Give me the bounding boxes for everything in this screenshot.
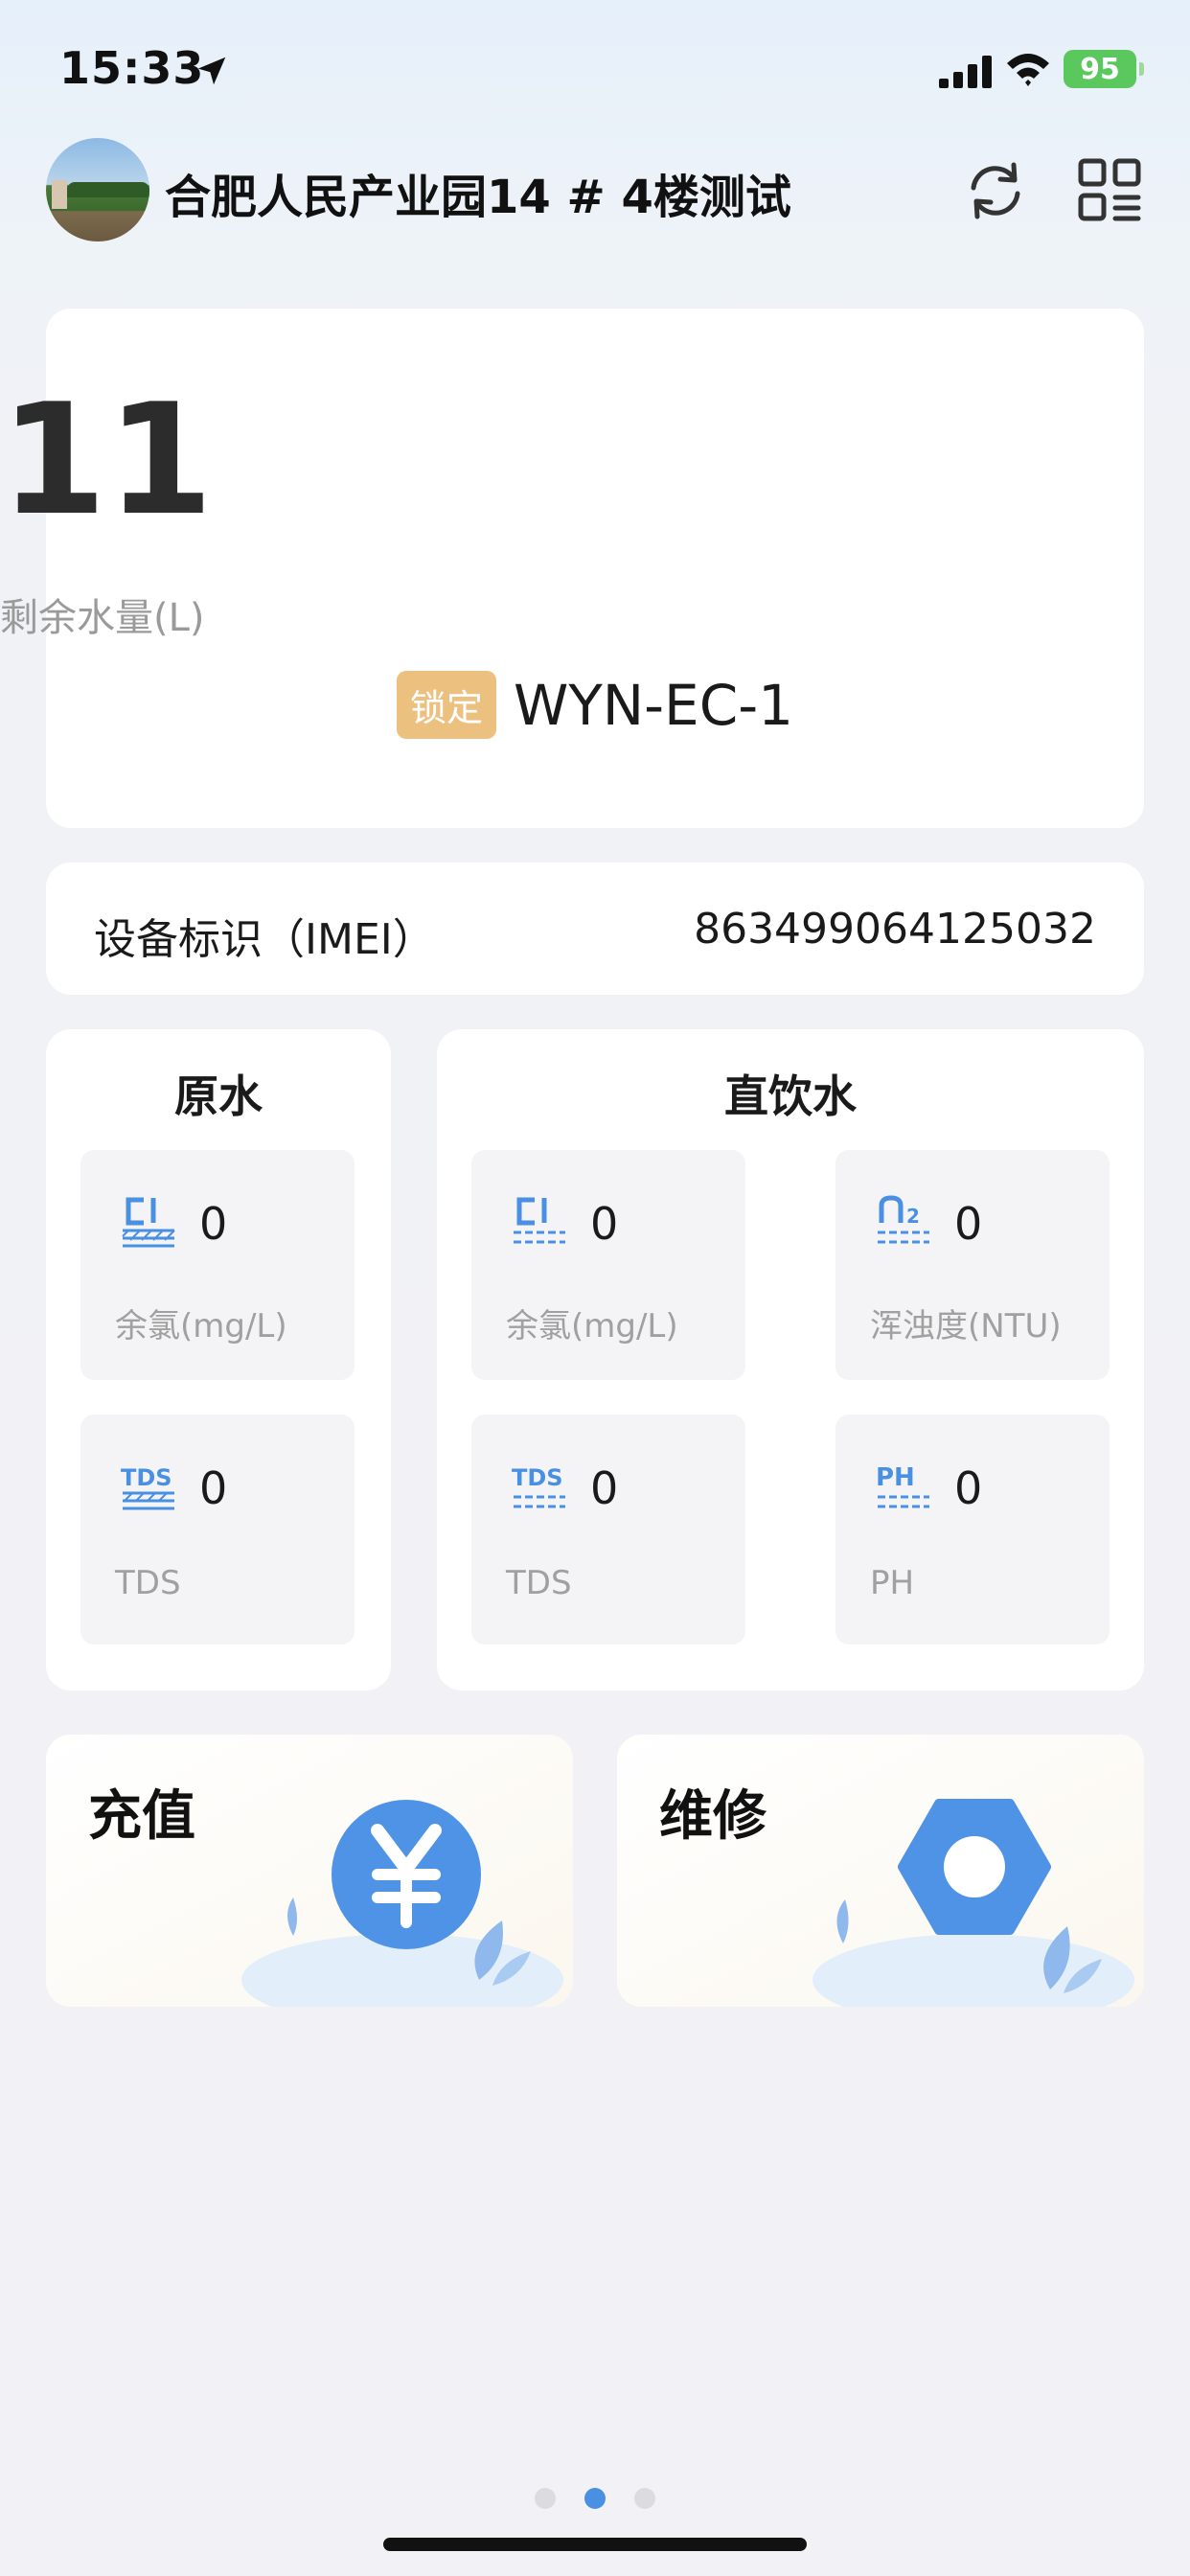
- refresh-icon[interactable]: [962, 157, 1029, 224]
- svg-text:TDS: TDS: [512, 1464, 563, 1491]
- imei-value: 863499064125032: [694, 905, 1096, 954]
- cellular-signal-icon: [939, 56, 992, 88]
- turbidity-icon: 2: [878, 1195, 929, 1244]
- page-indicator: [0, 2488, 1190, 2509]
- metric-value: 0: [954, 1198, 983, 1250]
- status-bar: 15:33 95: [0, 0, 1190, 134]
- metric-value: 0: [590, 1462, 619, 1514]
- page-dot-3[interactable]: [634, 2488, 655, 2509]
- yen-icon: [332, 1800, 481, 1949]
- metric-value: 0: [590, 1198, 619, 1250]
- metric-value: 0: [954, 1462, 983, 1514]
- direct-tds-metric: TDS 0 TDS: [471, 1414, 745, 1644]
- direct-ph-metric: PH 0 PH: [835, 1414, 1110, 1644]
- tds-icon: TDS: [512, 1464, 565, 1508]
- device-row: 锁定 WYN-EC-1: [0, 671, 1190, 739]
- ph-icon: PH: [876, 1463, 929, 1508]
- raw-water-title: 原水: [174, 1070, 263, 1122]
- recharge-label: 充值: [88, 1785, 195, 1848]
- svg-text:PH: PH: [876, 1463, 915, 1492]
- raw-water-card: 原水 0 余氯(mg/L) TDS 0 TDS: [46, 1029, 391, 1690]
- metric-label: TDS: [506, 1564, 572, 1602]
- location-arrow-icon: [197, 57, 226, 85]
- raw-tds-metric: TDS 0 TDS: [80, 1414, 355, 1644]
- lock-status-badge: 锁定: [396, 671, 496, 739]
- svg-text:TDS: TDS: [121, 1464, 172, 1491]
- direct-turbidity-metric: 2 0 浑浊度(NTU): [835, 1150, 1110, 1380]
- remaining-water-label: 剩余水量(L): [0, 596, 205, 640]
- avatar[interactable]: [46, 138, 149, 242]
- status-time: 15:33: [59, 42, 205, 94]
- chlorine-icon: [514, 1197, 565, 1244]
- nut-icon: [898, 1799, 1051, 1935]
- grid-menu-icon[interactable]: [1077, 157, 1142, 224]
- metric-value: 0: [199, 1462, 228, 1514]
- metric-label: 余氯(mg/L): [115, 1307, 287, 1346]
- repair-button[interactable]: 维修: [617, 1735, 1144, 2007]
- page-dot-1[interactable]: [535, 2488, 556, 2509]
- recharge-button[interactable]: 充值: [46, 1735, 573, 2007]
- metric-label: 浑浊度(NTU): [870, 1307, 1062, 1346]
- direct-water-title: 直饮水: [724, 1070, 857, 1122]
- battery-indicator: 95: [1064, 50, 1144, 88]
- direct-chlorine-metric: 0 余氯(mg/L): [471, 1150, 745, 1380]
- metric-label: PH: [870, 1564, 915, 1602]
- chlorine-icon: [122, 1197, 175, 1248]
- metric-label: 余氯(mg/L): [506, 1307, 678, 1346]
- page-dot-2[interactable]: [584, 2488, 606, 2509]
- svg-text:2: 2: [906, 1205, 920, 1228]
- home-indicator[interactable]: [383, 2538, 807, 2551]
- page-title: 合肥人民产业园14 # 4楼测试: [165, 171, 791, 224]
- direct-water-card: 直饮水 0 余氯(mg/L) 2 0 浑浊度(NTU) TDS 0 TDS PH: [437, 1029, 1144, 1690]
- device-name: WYN-EC-1: [513, 672, 794, 738]
- raw-chlorine-metric: 0 余氯(mg/L): [80, 1150, 355, 1380]
- repair-label: 维修: [659, 1785, 767, 1848]
- imei-card: 设备标识（IMEI） 863499064125032: [46, 862, 1144, 995]
- tds-icon: TDS: [121, 1464, 174, 1510]
- battery-level: 95: [1080, 52, 1120, 86]
- wifi-icon: [1007, 54, 1049, 86]
- metric-label: TDS: [115, 1564, 181, 1602]
- metric-value: 0: [199, 1198, 228, 1250]
- imei-label: 设备标识（IMEI）: [94, 915, 435, 964]
- remaining-water-value: 11: [0, 370, 214, 549]
